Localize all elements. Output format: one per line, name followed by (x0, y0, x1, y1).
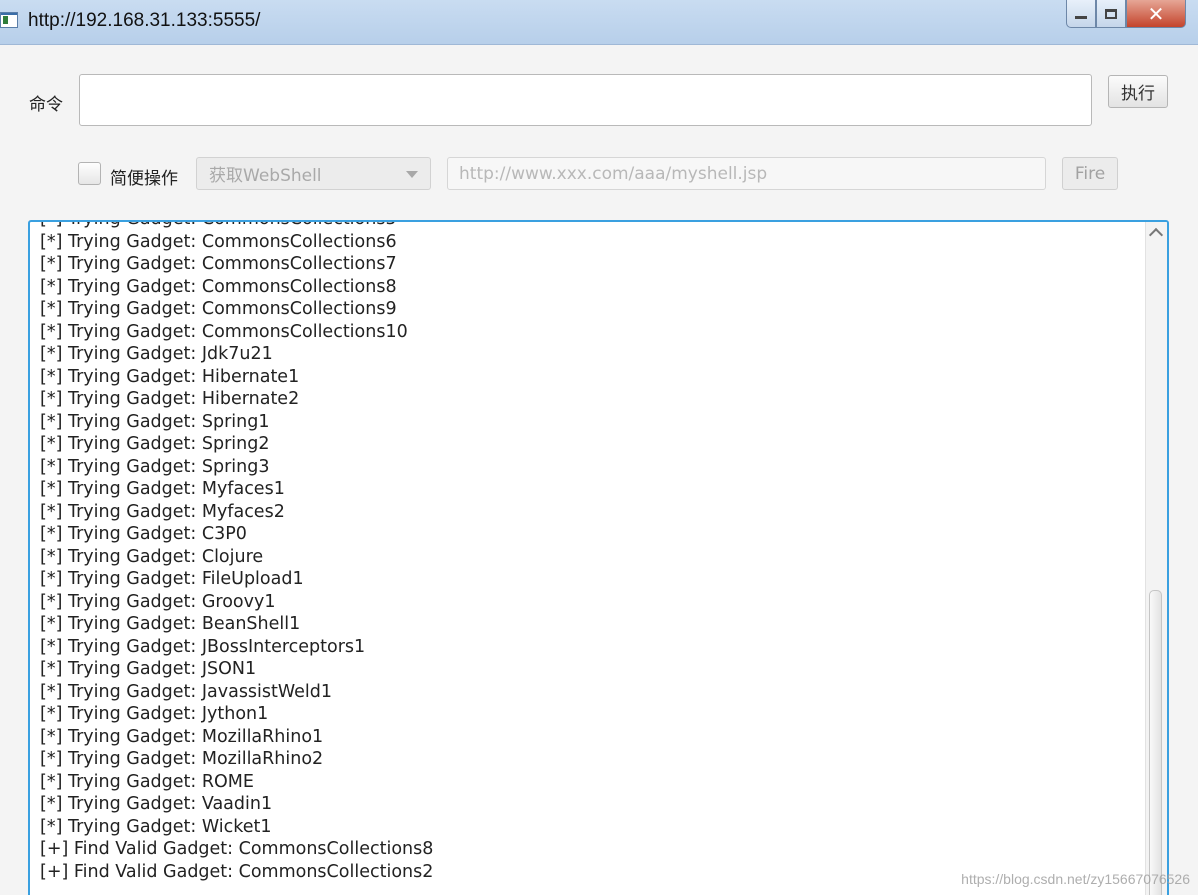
title-bar[interactable]: http://192.168.31.133:5555/ ✕ (0, 0, 1198, 45)
output-line: [*] Trying Gadget: Groovy1 (40, 591, 276, 612)
output-line: [*] Trying Gadget: Hibernate2 (40, 389, 300, 409)
operation-select[interactable]: 获取WebShell (196, 157, 431, 190)
app-icon (0, 12, 18, 28)
fire-button[interactable]: Fire (1062, 157, 1118, 190)
output-line: [*] Trying Gadget: MozillaRhino2 (40, 749, 324, 769)
output-line: [*] Trying Gadget: C3P0 (40, 524, 247, 544)
output-line: [*] Trying Gadget: Hibernate1 (40, 366, 300, 387)
output-line: [*] Trying Gadget: BeanShell1 (40, 614, 301, 634)
output-line: [*] Trying Gadget: Spring1 (40, 411, 270, 432)
output-line: [*] Trying Gadget: CommonsCollections10 (40, 321, 408, 342)
output-line: [*] Trying Gadget: Spring3 (40, 456, 270, 477)
minimize-button[interactable] (1066, 0, 1096, 28)
watermark-text: https://blog.csdn.net/zy15667076526 (961, 871, 1190, 887)
chevron-down-icon (406, 171, 418, 178)
window-controls: ✕ (1066, 0, 1186, 30)
output-line: [*] Trying Gadget: CommonsCollections8 (40, 276, 397, 297)
window-title: http://192.168.31.133:5555/ (28, 10, 261, 31)
output-line: [*] Trying Gadget: Jython1 (40, 704, 269, 724)
output-line: [*] Trying Gadget: Vaadin1 (40, 794, 273, 814)
command-label: 命令 (29, 95, 63, 115)
output-line: [*] Trying Gadget: FileUpload1 (40, 569, 304, 589)
output-line: [+] Find Valid Gadget: CommonsCollection… (40, 839, 434, 859)
output-lines: [*] Trying Gadget: CommonsCollections5[*… (40, 222, 434, 883)
output-line: [+] Find Valid Gadget: CommonsCollection… (40, 861, 434, 882)
shell-url-input[interactable] (447, 157, 1046, 190)
output-line: [*] Trying Gadget: Myfaces2 (40, 501, 285, 522)
output-line: [*] Trying Gadget: CommonsCollections7 (40, 254, 397, 274)
output-line: [*] Trying Gadget: Wicket1 (40, 816, 272, 837)
close-button[interactable]: ✕ (1126, 0, 1186, 28)
app-window: http://192.168.31.133:5555/ ✕ 命令 执行 简便操作… (0, 0, 1198, 895)
vertical-scrollbar[interactable] (1145, 222, 1167, 895)
chevron-up-icon[interactable] (1148, 227, 1164, 243)
output-line: [*] Trying Gadget: JavassistWeld1 (40, 681, 333, 702)
output-textarea[interactable]: [*] Trying Gadget: CommonsCollections5[*… (28, 220, 1169, 895)
simple-op-label: 简便操作 (110, 169, 178, 189)
close-icon: ✕ (1147, 1, 1165, 26)
output-line: [*] Trying Gadget: Spring2 (40, 434, 270, 454)
maximize-button[interactable] (1096, 0, 1126, 28)
command-input[interactable] (79, 74, 1092, 126)
execute-button[interactable]: 执行 (1108, 75, 1168, 108)
scrollbar-thumb[interactable] (1149, 590, 1162, 895)
output-line: [*] Trying Gadget: JSON1 (40, 659, 257, 679)
operation-select-value: 获取WebShell (209, 166, 322, 186)
maximize-icon (1105, 8, 1117, 19)
simple-op-checkbox[interactable] (78, 162, 101, 185)
output-line: [*] Trying Gadget: JBossInterceptors1 (40, 636, 366, 657)
output-line: [*] Trying Gadget: Myfaces1 (40, 479, 285, 499)
output-line: [*] Trying Gadget: Jdk7u21 (40, 344, 273, 364)
output-line: [*] Trying Gadget: MozillaRhino1 (40, 726, 324, 747)
output-line: [*] Trying Gadget: CommonsCollections5 (40, 222, 433, 231)
output-line: [*] Trying Gadget: CommonsCollections9 (40, 299, 397, 319)
minimize-icon (1075, 16, 1087, 19)
output-line: [*] Trying Gadget: ROME (40, 771, 254, 792)
output-line: [*] Trying Gadget: CommonsCollections6 (40, 231, 397, 252)
output-line: [*] Trying Gadget: Clojure (40, 546, 264, 567)
